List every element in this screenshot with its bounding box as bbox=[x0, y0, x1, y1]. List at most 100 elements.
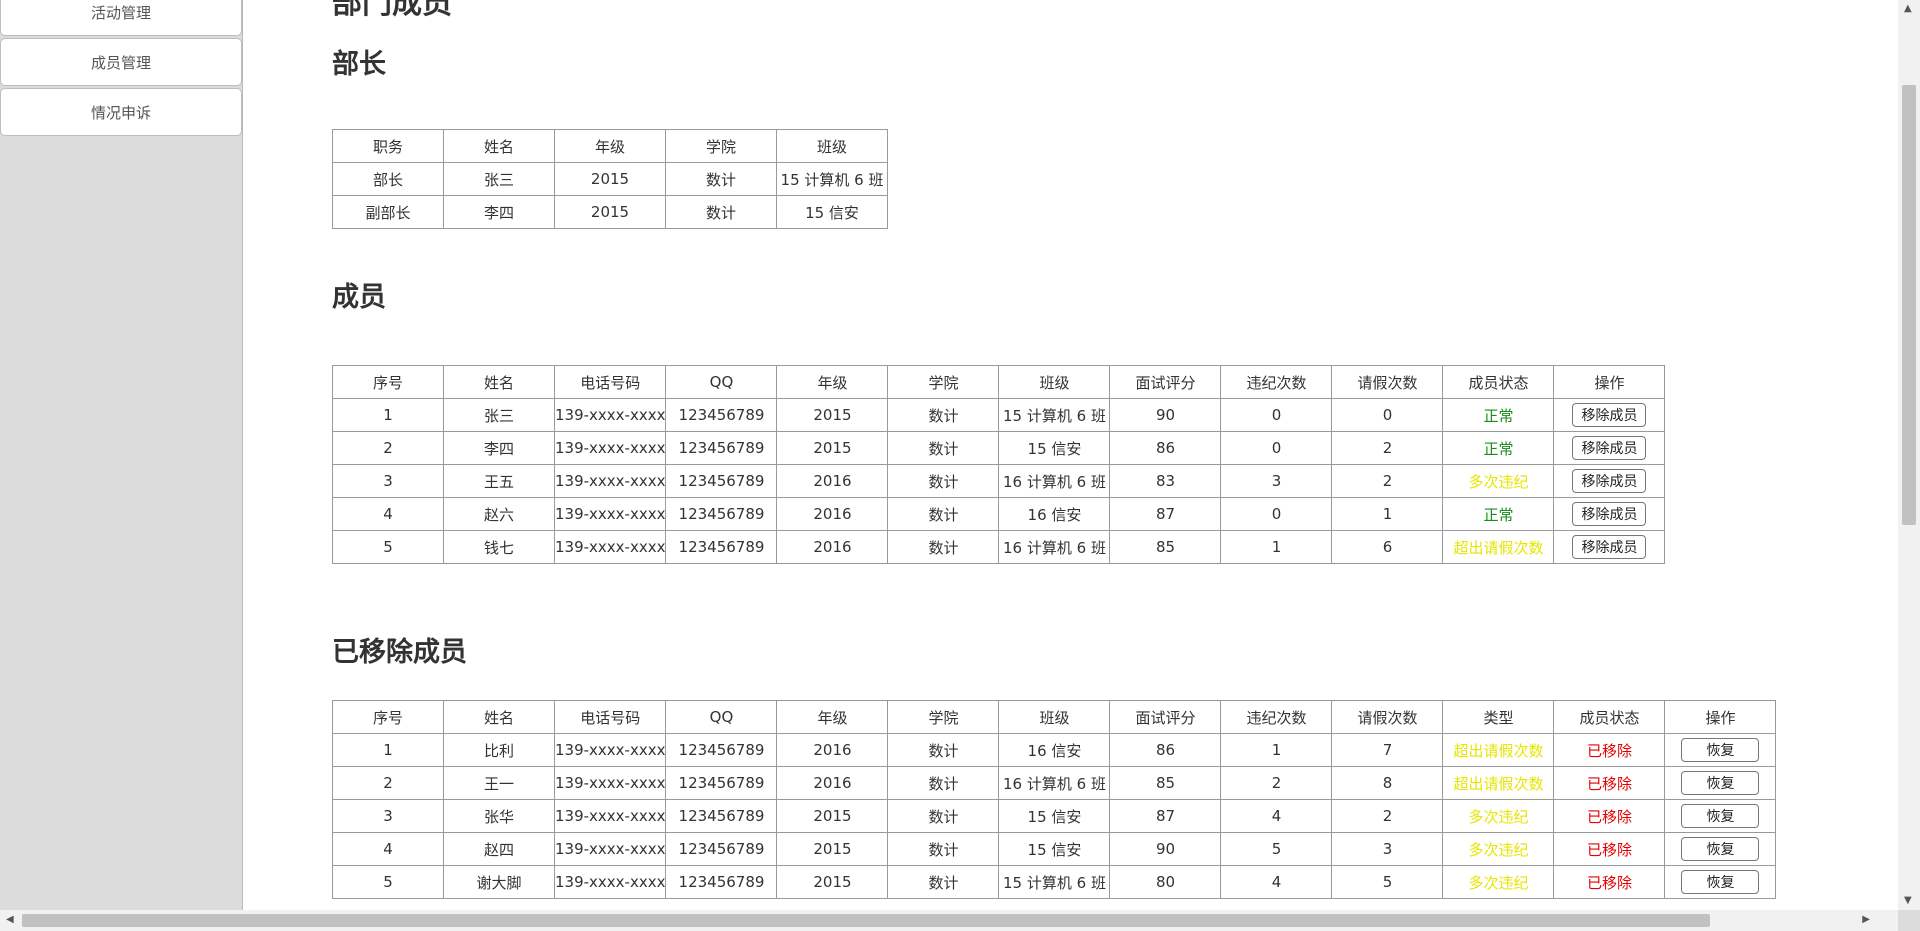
table-cell: 123456789 bbox=[665, 799, 778, 833]
horizontal-scroll-thumb[interactable] bbox=[22, 914, 1710, 927]
column-header: QQ bbox=[665, 700, 778, 734]
table-cell: 比利 bbox=[443, 733, 555, 767]
restore-member-button[interactable]: 恢复 bbox=[1681, 870, 1760, 894]
table-cell: 恢复 bbox=[1664, 799, 1777, 833]
vertical-scrollbar[interactable]: ▲ ▼ bbox=[1898, 0, 1920, 910]
column-header: 年级 bbox=[776, 365, 889, 399]
status-badge: 正常 bbox=[1442, 497, 1555, 531]
restore-member-button[interactable]: 恢复 bbox=[1681, 738, 1760, 762]
table-cell: 123456789 bbox=[665, 431, 778, 465]
column-header: 年级 bbox=[554, 129, 666, 163]
table-cell: 123456789 bbox=[665, 733, 778, 767]
table-cell: 2 bbox=[1331, 431, 1444, 465]
table-cell: 6 bbox=[1331, 530, 1444, 564]
status-badge: 已移除 bbox=[1553, 832, 1666, 866]
table-cell: 数计 bbox=[887, 865, 1000, 899]
table-cell: 2016 bbox=[776, 530, 889, 564]
restore-member-button[interactable]: 恢复 bbox=[1681, 771, 1760, 795]
column-header: 学院 bbox=[887, 365, 1000, 399]
table-cell: 2015 bbox=[776, 431, 889, 465]
table-cell: 85 bbox=[1109, 530, 1222, 564]
table-cell: 恢复 bbox=[1664, 733, 1777, 767]
column-header: 姓名 bbox=[443, 700, 555, 734]
column-header: 班级 bbox=[998, 700, 1111, 734]
column-header: 请假次数 bbox=[1331, 365, 1444, 399]
status-badge: 超出请假次数 bbox=[1442, 530, 1555, 564]
table-cell: 2015 bbox=[776, 832, 889, 866]
table-cell: 恢复 bbox=[1664, 865, 1777, 899]
table-cell: 16 信安 bbox=[998, 733, 1111, 767]
table-cell: 86 bbox=[1109, 733, 1222, 767]
table-cell: 139-xxxx-xxxx bbox=[553, 398, 667, 432]
table-cell: 16 计算机 6 班 bbox=[998, 530, 1111, 564]
column-header: 成员状态 bbox=[1442, 365, 1555, 399]
scroll-up-icon[interactable]: ▲ bbox=[1904, 4, 1912, 14]
column-header: 成员状态 bbox=[1553, 700, 1666, 734]
table-cell: 87 bbox=[1109, 799, 1222, 833]
sidebar-item-appeal[interactable]: 情况申诉 bbox=[0, 88, 242, 136]
table-cell: 数计 bbox=[887, 398, 1000, 432]
table-cell: 2 bbox=[332, 431, 444, 465]
remove-member-button[interactable]: 移除成员 bbox=[1572, 535, 1647, 559]
table-cell: 1 bbox=[332, 398, 444, 432]
sidebar-item-activity-management[interactable]: 活动管理 bbox=[0, 0, 242, 36]
table-cell: 4 bbox=[1220, 799, 1333, 833]
table-cell: 0 bbox=[1220, 431, 1333, 465]
table-cell: 139-xxxx-xxxx bbox=[553, 431, 667, 465]
restore-member-button[interactable]: 恢复 bbox=[1681, 837, 1760, 861]
remove-member-button[interactable]: 移除成员 bbox=[1572, 403, 1647, 427]
removal-type-label: 多次违纪 bbox=[1442, 799, 1555, 833]
table-cell: 3 bbox=[1331, 832, 1444, 866]
remove-member-button[interactable]: 移除成员 bbox=[1572, 469, 1647, 493]
scroll-left-icon[interactable]: ◀ bbox=[6, 915, 14, 925]
sidebar-item-label: 情况申诉 bbox=[90, 103, 151, 122]
scroll-down-icon[interactable]: ▼ bbox=[1904, 896, 1912, 906]
table-cell: 2015 bbox=[776, 799, 889, 833]
table-cell: 123456789 bbox=[665, 530, 778, 564]
table-cell: 5 bbox=[1220, 832, 1333, 866]
table-row: 3 王五 139-xxxx-xxxx 123456789 2016 数计 16 计算机 6 … bbox=[332, 464, 1666, 498]
table-row: 5 钱七 139-xxxx-xxxx 123456789 2016 数计 16 计算机 6 … bbox=[332, 530, 1666, 564]
column-header: 违纪次数 bbox=[1220, 365, 1333, 399]
restore-member-button[interactable]: 恢复 bbox=[1681, 804, 1760, 828]
column-header: 操作 bbox=[1553, 365, 1666, 399]
remove-member-button[interactable]: 移除成员 bbox=[1572, 502, 1647, 526]
table-cell: 谢大脚 bbox=[443, 865, 555, 899]
removal-type-label: 多次违纪 bbox=[1442, 865, 1555, 899]
table-cell: 123456789 bbox=[665, 464, 778, 498]
sidebar-item-member-management[interactable]: 成员管理 bbox=[0, 38, 242, 86]
table-cell: 2016 bbox=[776, 766, 889, 800]
table-cell: 数计 bbox=[887, 766, 1000, 800]
column-header: 类型 bbox=[1442, 700, 1555, 734]
table-cell: 2015 bbox=[554, 195, 666, 229]
table-cell: 副部长 bbox=[332, 195, 444, 229]
table-cell: 钱七 bbox=[443, 530, 555, 564]
table-cell: 15 计算机 6 班 bbox=[998, 865, 1111, 899]
table-cell: 85 bbox=[1109, 766, 1222, 800]
scroll-right-icon[interactable]: ▶ bbox=[1862, 915, 1870, 925]
table-cell: 16 计算机 6 班 bbox=[998, 766, 1111, 800]
table-cell: 张三 bbox=[443, 162, 555, 196]
table-cell: 2016 bbox=[776, 464, 889, 498]
table-cell: 李四 bbox=[443, 431, 555, 465]
table-row: 1 比利 139-xxxx-xxxx 123456789 2016 数计 16 信安 86 1 7… bbox=[332, 733, 1777, 767]
vertical-scroll-thumb[interactable] bbox=[1902, 85, 1916, 525]
column-header: 操作 bbox=[1664, 700, 1777, 734]
table-cell: 2 bbox=[332, 766, 444, 800]
table-cell: 2 bbox=[1331, 799, 1444, 833]
table-cell: 李四 bbox=[443, 195, 555, 229]
main-content: 部门成员 部长 职务 姓名 年级 学院 班级 部长 张三 2015 数计 15 计算机 … bbox=[244, 0, 1898, 910]
remove-member-button[interactable]: 移除成员 bbox=[1572, 436, 1647, 460]
table-cell: 123456789 bbox=[665, 832, 778, 866]
horizontal-scrollbar[interactable]: ◀ ▶ bbox=[0, 910, 1898, 931]
column-header: QQ bbox=[665, 365, 778, 399]
table-cell: 赵四 bbox=[443, 832, 555, 866]
table-header-row: 序号 姓名 电话号码 QQ 年级 学院 班级 面试评分 违纪次数 请假次数 成员状态 操作 bbox=[332, 365, 1666, 399]
column-header: 年级 bbox=[776, 700, 889, 734]
removal-type-label: 超出请假次数 bbox=[1442, 733, 1555, 767]
table-row: 部长 张三 2015 数计 15 计算机 6 班 bbox=[332, 162, 888, 196]
column-header: 班级 bbox=[998, 365, 1111, 399]
table-cell: 83 bbox=[1109, 464, 1222, 498]
table-cell: 8 bbox=[1331, 766, 1444, 800]
table-cell: 2015 bbox=[776, 398, 889, 432]
